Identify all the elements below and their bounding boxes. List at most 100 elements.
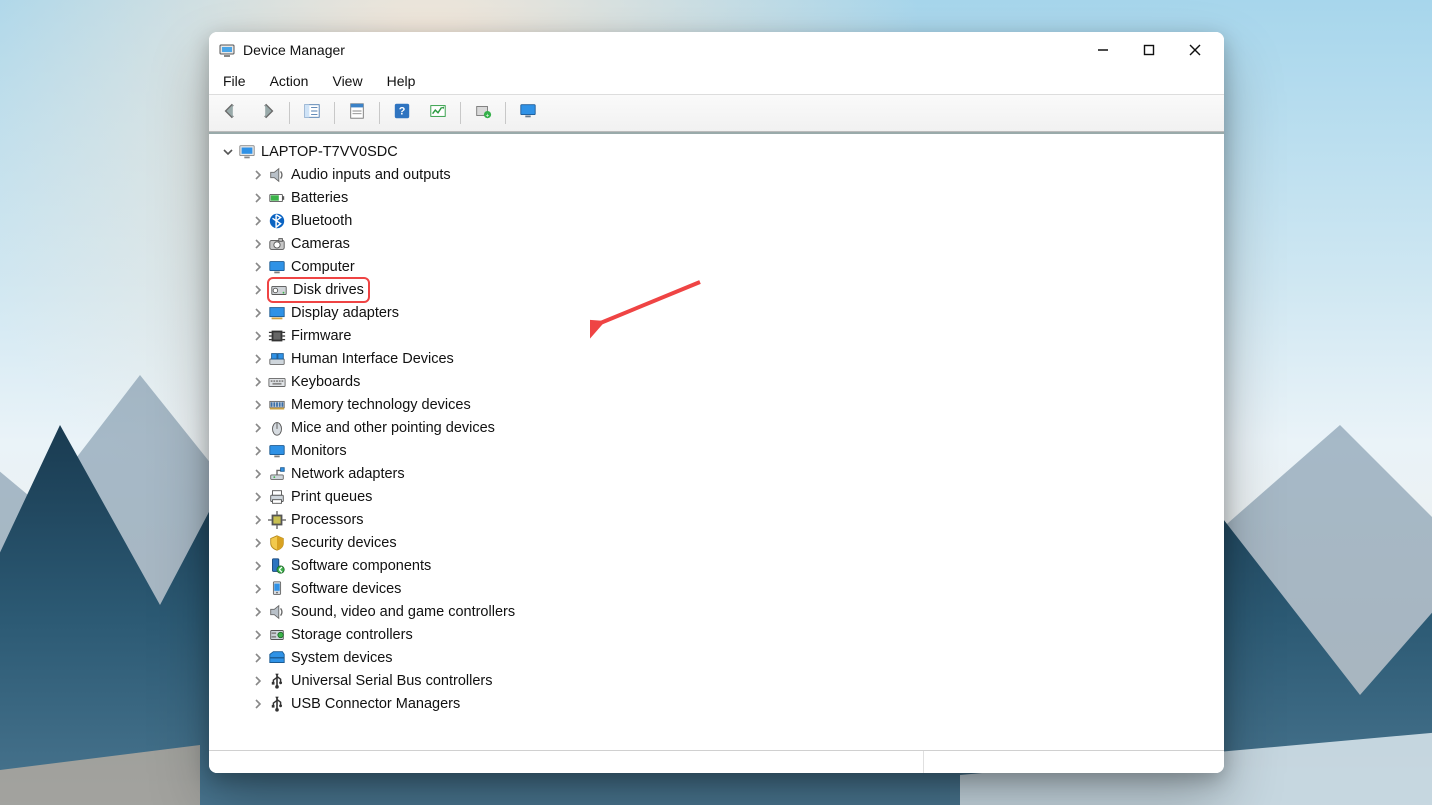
tree-category-display-adapters[interactable]: Display adapters (215, 301, 1224, 324)
mouse-icon (267, 418, 287, 438)
desktop-background: Device Manager File Action View Help ? + (0, 0, 1432, 805)
menu-action[interactable]: Action (266, 71, 313, 91)
tree-category-computer[interactable]: Computer (215, 255, 1224, 278)
tree-category-keyboards[interactable]: Keyboards (215, 370, 1224, 393)
cpu-icon (267, 510, 287, 530)
tree-category-mice-and-other-pointing-devices[interactable]: Mice and other pointing devices (215, 416, 1224, 439)
expand-toggle[interactable] (251, 306, 265, 320)
svg-text:?: ? (399, 105, 406, 117)
camera-icon (267, 234, 287, 254)
expand-toggle[interactable] (251, 214, 265, 228)
expand-toggle[interactable] (251, 421, 265, 435)
expand-toggle[interactable] (251, 651, 265, 665)
tree-category-bluetooth[interactable]: Bluetooth (215, 209, 1224, 232)
expand-toggle[interactable] (251, 352, 265, 366)
arrow-left-icon (222, 102, 240, 125)
tree-category-cameras[interactable]: Cameras (215, 232, 1224, 255)
menu-help[interactable]: Help (383, 71, 420, 91)
minimize-button[interactable] (1080, 34, 1126, 66)
svg-text:+: + (486, 112, 490, 119)
tree-category-human-interface-devices[interactable]: Human Interface Devices (215, 347, 1224, 370)
toolbar-separator (334, 102, 335, 124)
tree-category-audio-inputs-and-outputs[interactable]: Audio inputs and outputs (215, 163, 1224, 186)
expand-toggle[interactable] (251, 168, 265, 182)
network-icon (267, 464, 287, 484)
maximize-button[interactable] (1126, 34, 1172, 66)
expand-toggle[interactable] (251, 375, 265, 389)
tree-category-memory-technology-devices[interactable]: Memory technology devices (215, 393, 1224, 416)
titlebar[interactable]: Device Manager (209, 32, 1224, 68)
expand-toggle[interactable] (251, 260, 265, 274)
usb-icon (267, 694, 287, 714)
tree-category-print-queues[interactable]: Print queues (215, 485, 1224, 508)
computer-root-icon (237, 142, 257, 162)
tree-category-system-devices[interactable]: System devices (215, 646, 1224, 669)
tree-category-label: Sound, video and game controllers (291, 604, 515, 620)
tree-category-sound-video-and-game-controllers[interactable]: Sound, video and game controllers (215, 600, 1224, 623)
tree-category-universal-serial-bus-controllers[interactable]: Universal Serial Bus controllers (215, 669, 1224, 692)
devices-printers-button[interactable] (512, 99, 544, 127)
software-dev-icon (267, 579, 287, 599)
window-title: Device Manager (243, 42, 345, 58)
console-tree-icon (303, 102, 321, 125)
back-button[interactable] (215, 99, 247, 127)
expand-toggle[interactable] (251, 191, 265, 205)
tree-category-label: Display adapters (291, 305, 399, 321)
tree-category-label: USB Connector Managers (291, 696, 460, 712)
scan-hardware-button[interactable] (422, 99, 454, 127)
tree-category-label: Storage controllers (291, 627, 413, 643)
menu-view[interactable]: View (328, 71, 366, 91)
add-legacy-hardware-button[interactable]: + (467, 99, 499, 127)
tree-category-monitors[interactable]: Monitors (215, 439, 1224, 462)
expand-toggle[interactable] (251, 283, 265, 297)
tree-category-label: System devices (291, 650, 393, 666)
tree-category-label: Network adapters (291, 466, 405, 482)
expand-toggle[interactable] (251, 444, 265, 458)
printer-icon (267, 487, 287, 507)
tree-category-storage-controllers[interactable]: Storage controllers (215, 623, 1224, 646)
tree-category-label: Software components (291, 558, 431, 574)
collapse-toggle[interactable] (221, 145, 235, 159)
tree-category-label: Universal Serial Bus controllers (291, 673, 492, 689)
expand-toggle[interactable] (251, 536, 265, 550)
software-comp-icon (267, 556, 287, 576)
tree-category-label: Disk drives (293, 282, 364, 298)
tree-category-label: Security devices (291, 535, 397, 551)
expand-toggle[interactable] (251, 697, 265, 711)
expand-toggle[interactable] (251, 513, 265, 527)
expand-toggle[interactable] (251, 329, 265, 343)
expand-toggle[interactable] (251, 605, 265, 619)
tree-category-network-adapters[interactable]: Network adapters (215, 462, 1224, 485)
tree-category-disk-drives[interactable]: Disk drives (215, 278, 1224, 301)
tree-category-security-devices[interactable]: Security devices (215, 531, 1224, 554)
keyboard-icon (267, 372, 287, 392)
expand-toggle[interactable] (251, 467, 265, 481)
expand-toggle[interactable] (251, 674, 265, 688)
expand-toggle[interactable] (251, 582, 265, 596)
properties-button[interactable] (341, 99, 373, 127)
tree-category-processors[interactable]: Processors (215, 508, 1224, 531)
tree-category-usb-connector-managers[interactable]: USB Connector Managers (215, 692, 1224, 715)
toolbar-separator (460, 102, 461, 124)
tree-category-batteries[interactable]: Batteries (215, 186, 1224, 209)
tree-root-node[interactable]: LAPTOP-T7VV0SDC (215, 140, 1224, 163)
menu-file[interactable]: File (219, 71, 250, 91)
tree-category-software-components[interactable]: Software components (215, 554, 1224, 577)
tree-category-label: Memory technology devices (291, 397, 471, 413)
tree-pane[interactable]: LAPTOP-T7VV0SDC Audio inputs and outputs… (209, 132, 1224, 750)
add-hardware-icon: + (474, 102, 492, 125)
expand-toggle[interactable] (251, 237, 265, 251)
tree-category-firmware[interactable]: Firmware (215, 324, 1224, 347)
tree-category-software-devices[interactable]: Software devices (215, 577, 1224, 600)
hdd-icon (269, 280, 289, 300)
expand-toggle[interactable] (251, 559, 265, 573)
help-button[interactable]: ? (386, 99, 418, 127)
expand-toggle[interactable] (251, 398, 265, 412)
system-icon (267, 648, 287, 668)
show-hide-tree-button[interactable] (296, 99, 328, 127)
expand-toggle[interactable] (251, 628, 265, 642)
forward-button[interactable] (251, 99, 283, 127)
close-button[interactable] (1172, 34, 1218, 66)
tree-root-label: LAPTOP-T7VV0SDC (261, 144, 398, 160)
expand-toggle[interactable] (251, 490, 265, 504)
